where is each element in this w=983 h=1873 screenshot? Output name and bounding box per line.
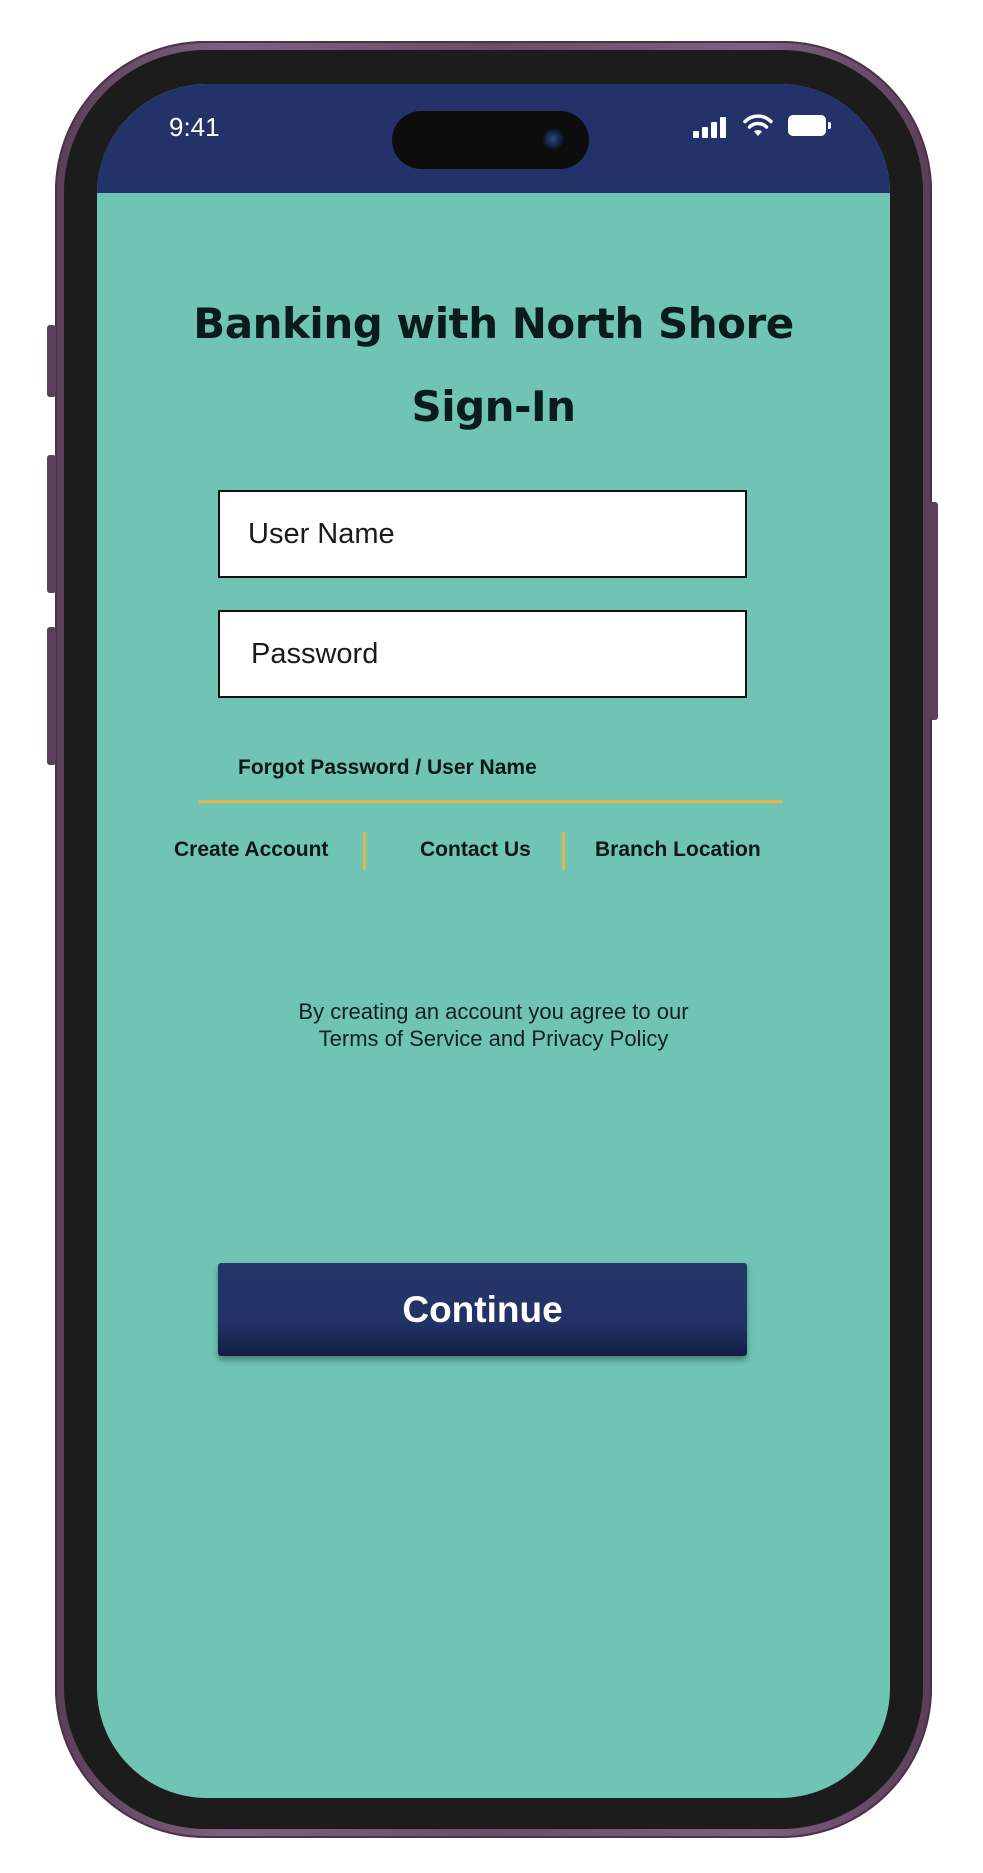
terms-line-1: By creating an account you agree to our — [298, 999, 689, 1024]
link-separator — [562, 832, 565, 870]
page-subtitle: Sign-In — [411, 382, 576, 431]
forgot-password-link[interactable]: Forgot Password / User Name — [238, 756, 537, 780]
terms-line-2[interactable]: Terms of Service and Privacy Policy — [97, 1025, 890, 1052]
volume-down-button — [47, 627, 56, 765]
create-account-link[interactable]: Create Account — [174, 838, 328, 862]
power-button — [929, 502, 938, 720]
username-input[interactable] — [218, 490, 747, 578]
volume-up-button — [47, 455, 56, 593]
contact-us-link[interactable]: Contact Us — [420, 838, 531, 862]
silent-switch — [47, 325, 56, 397]
page-title: Banking with North Shore — [193, 299, 794, 348]
battery-icon — [788, 115, 831, 136]
phone-screen: 9:41 Banking with North Shore Sign-In Us… — [97, 84, 890, 1798]
page: 9:41 Banking with North Shore Sign-In Us… — [0, 0, 983, 1873]
link-separator — [363, 832, 366, 870]
wifi-icon — [743, 114, 773, 136]
signal-icon — [693, 116, 729, 138]
front-camera-icon — [543, 129, 565, 151]
status-bar: 9:41 — [97, 84, 890, 193]
password-input[interactable] — [218, 610, 747, 698]
branch-location-link[interactable]: Branch Location — [595, 838, 761, 862]
continue-button[interactable]: Continue — [218, 1263, 747, 1356]
dynamic-island — [392, 111, 589, 169]
divider — [199, 800, 783, 803]
terms-notice: By creating an account you agree to our … — [97, 998, 890, 1052]
status-time: 9:41 — [169, 112, 220, 142]
